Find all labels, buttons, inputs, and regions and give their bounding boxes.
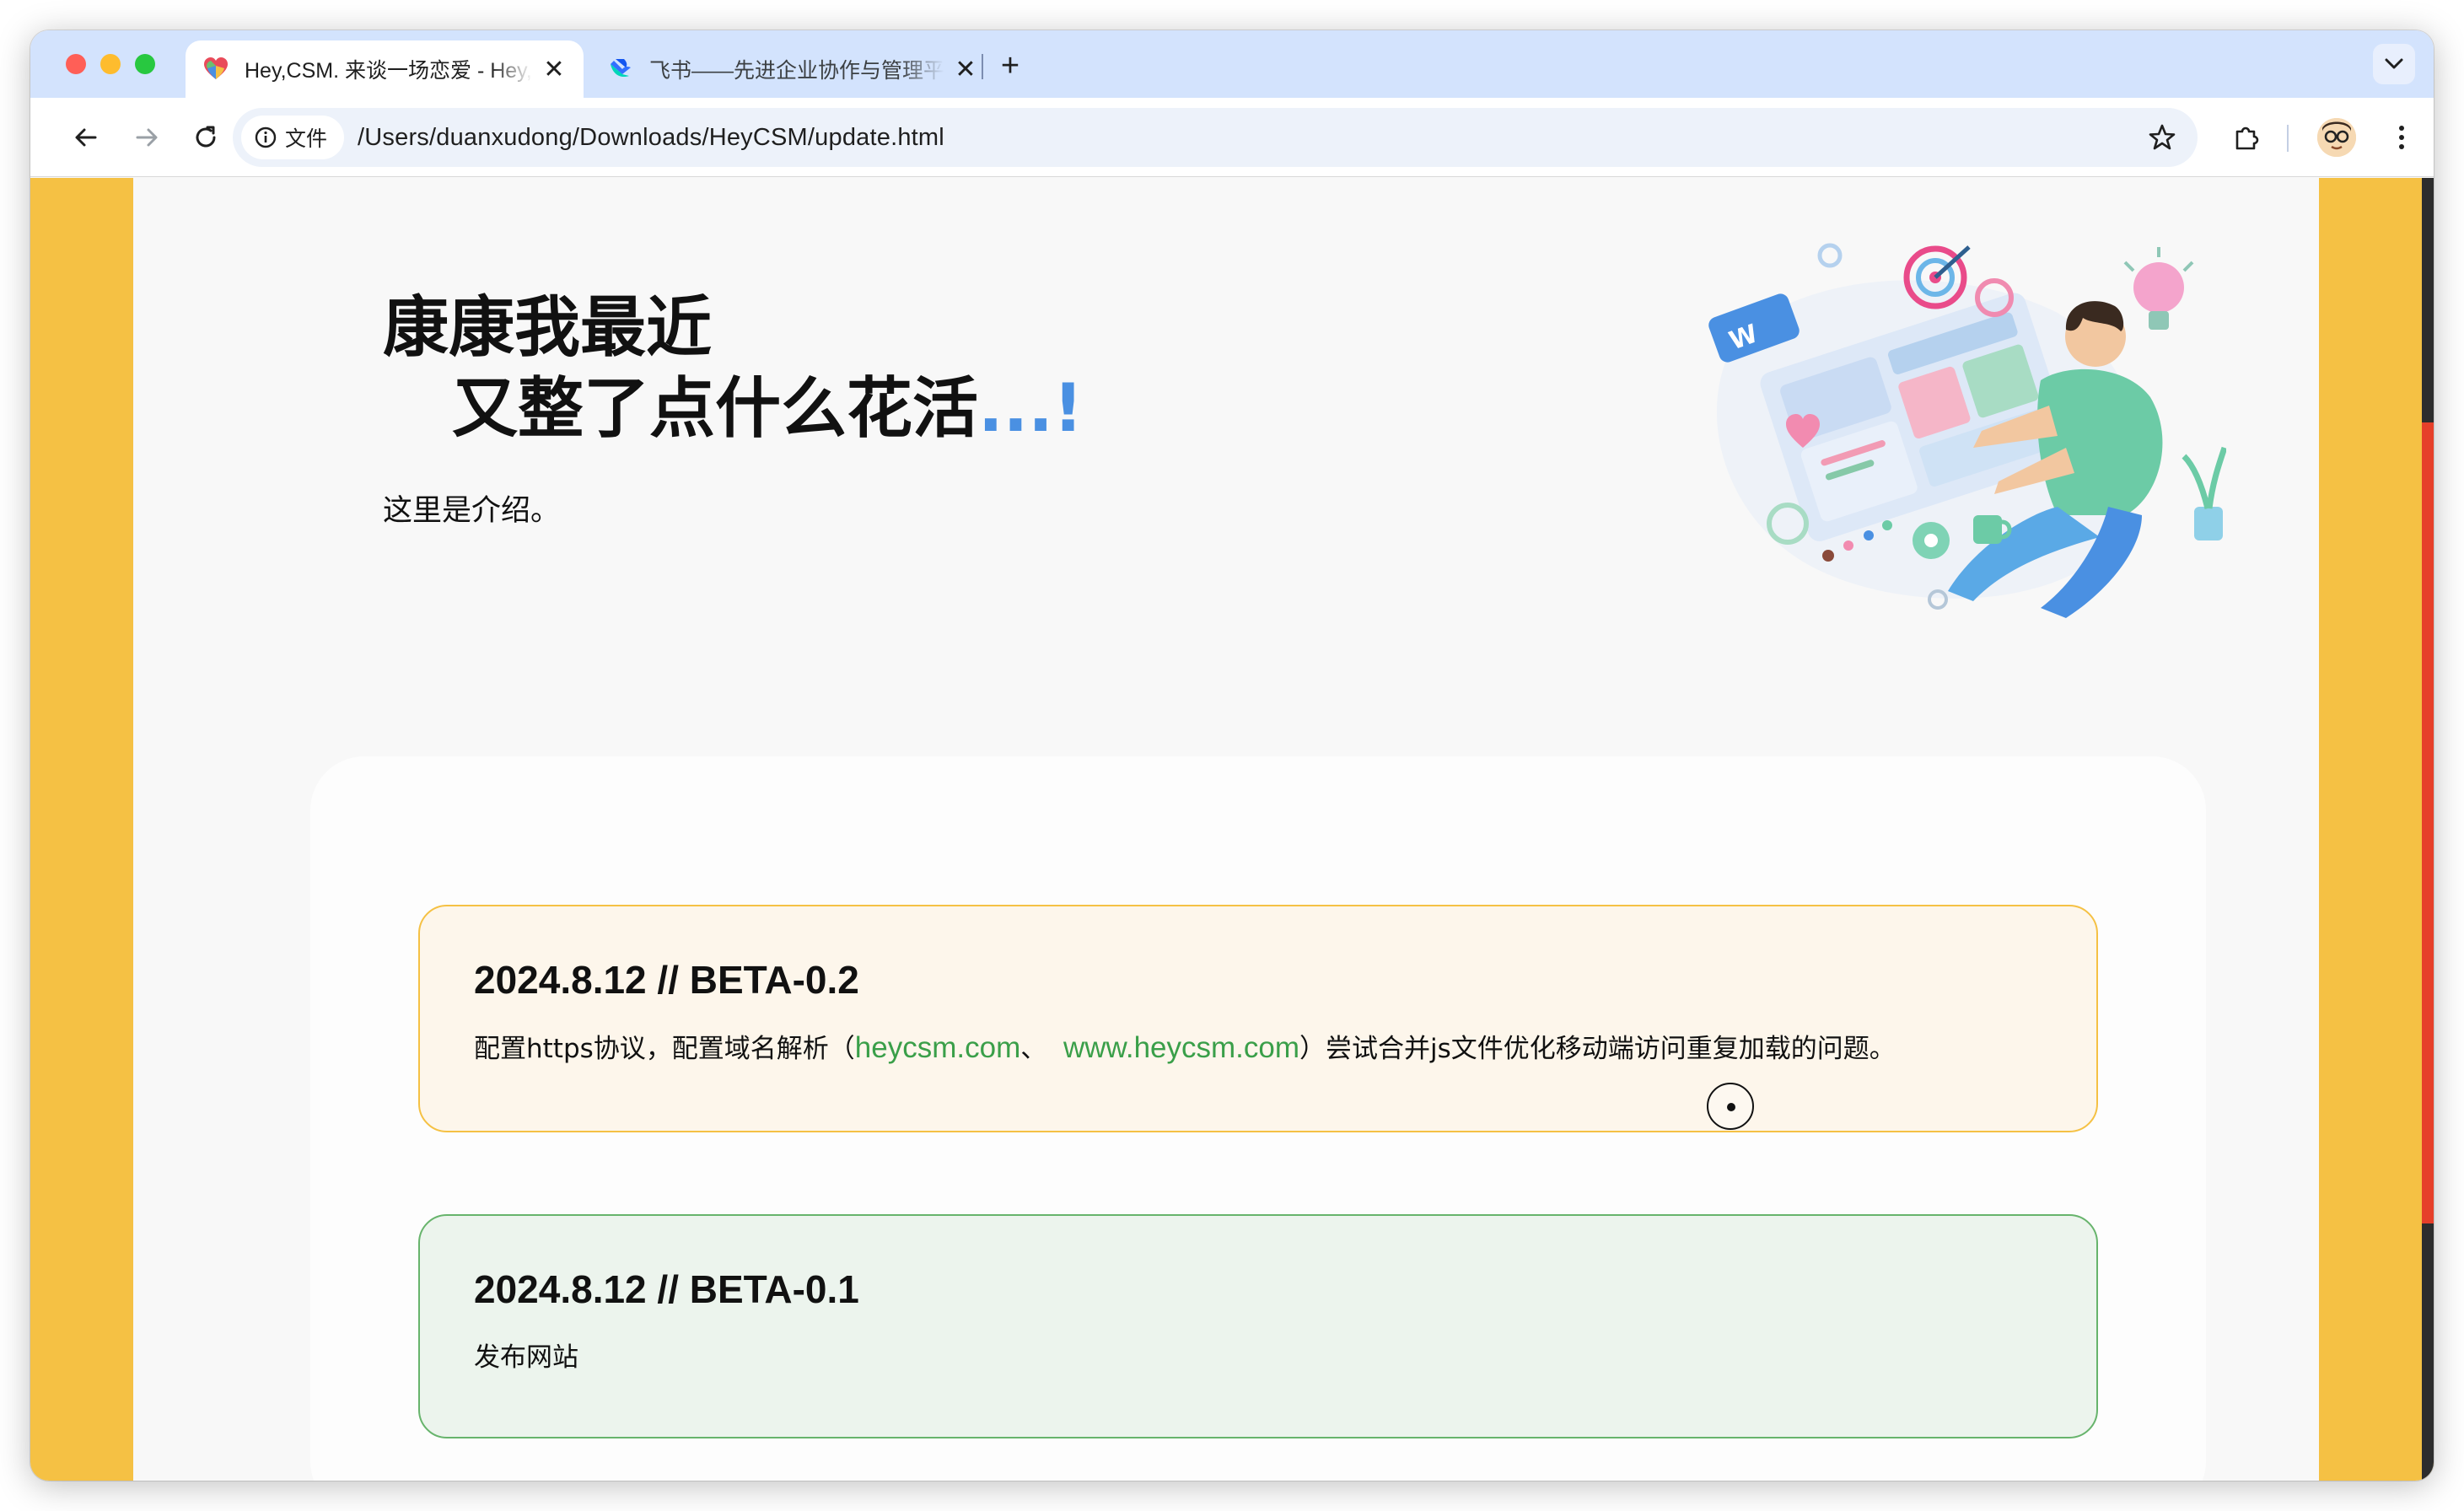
tab-strip: Hey,CSM. 来谈一场恋爱 - Hey,CSM ✕ 飞书——先进企业协作与管… <box>30 30 2434 98</box>
updates-panel: 2024.8.12 // BETA-0.2 配置https协议，配置域名解析（h… <box>310 756 2206 1481</box>
update-description: 发布网站 <box>474 1342 578 1373</box>
url-text[interactable]: /Users/duanxudong/Downloads/HeyCSM/updat… <box>358 124 944 152</box>
page-content: 康康我最近 又整了点什么花活...! 这里是介绍。 W 2024.8.12 //… <box>133 178 2319 1481</box>
arrow-right-icon <box>136 128 158 147</box>
scrollbar-track[interactable] <box>2422 178 2434 1481</box>
minimize-window-button[interactable] <box>100 54 121 74</box>
puzzle-icon <box>2235 126 2259 150</box>
tab-feishu[interactable]: 飞书——先进企业协作与管理平台 ✕ <box>590 40 995 98</box>
reload-icon <box>196 126 216 148</box>
title-line-1: 康康我最近 <box>383 290 713 366</box>
browser-toolbar: 文件 /Users/duanxudong/Downloads/HeyCSM/up… <box>30 98 2434 177</box>
page-viewport: 康康我最近 又整了点什么花活...! 这里是介绍。 W 2024.8.12 //… <box>30 178 2434 1481</box>
title-accent: ...! <box>978 371 1084 447</box>
reload-button[interactable] <box>186 117 226 158</box>
extensions-button[interactable] <box>2226 117 2267 158</box>
update-heading: 2024.8.12 // BETA-0.1 <box>474 1267 859 1311</box>
hero-illustration: W <box>1708 243 2226 618</box>
update-description: 配置https协议，配置域名解析（heycsm.com、 www.heycsm.… <box>474 1028 2042 1069</box>
chevron-down-icon <box>2385 58 2403 69</box>
title-line-2: 又整了点什么花活...! <box>383 368 1083 449</box>
close-tab-icon[interactable]: ✕ <box>953 56 978 83</box>
page-intro: 这里是介绍。 <box>383 494 561 528</box>
avatar-icon <box>2317 118 2356 157</box>
tab-divider <box>982 54 983 79</box>
maximize-window-button[interactable] <box>135 54 155 74</box>
arrow-left-icon <box>75 128 97 147</box>
title-line-2-text: 又整了点什么花活 <box>452 371 979 447</box>
toolbar-divider <box>2287 125 2289 152</box>
tab-heycsm[interactable]: Hey,CSM. 来谈一场恋爱 - Hey,CSM ✕ <box>186 40 584 98</box>
browser-menu-button[interactable] <box>2381 117 2422 158</box>
page-title: 康康我最近 又整了点什么花活...! <box>383 288 1083 449</box>
update-card-beta-0-1: 2024.8.12 // BETA-0.1 发布网站 <box>418 1214 2098 1438</box>
address-bar[interactable]: 文件 /Users/duanxudong/Downloads/HeyCSM/up… <box>233 108 2198 167</box>
site-info-chip[interactable]: 文件 <box>241 116 345 159</box>
heart-favicon-icon <box>204 57 228 79</box>
tab-title: 飞书——先进企业协作与管理平台 <box>649 59 944 83</box>
update-separator: 、 <box>1020 1034 1047 1064</box>
back-button[interactable] <box>66 117 106 158</box>
tab-title: Hey,CSM. 来谈一场恋爱 - Hey,CSM <box>245 59 533 83</box>
info-icon <box>255 126 277 148</box>
scrollbar-thumb[interactable] <box>2422 422 2434 1223</box>
update-card-beta-0-2: 2024.8.12 // BETA-0.2 配置https协议，配置域名解析（h… <box>418 905 2098 1132</box>
close-tab-icon[interactable]: ✕ <box>541 56 567 83</box>
bookmark-star-icon[interactable] <box>2147 122 2177 153</box>
close-window-button[interactable] <box>66 54 86 74</box>
tab-search-button[interactable] <box>2373 44 2415 84</box>
browser-window: Hey,CSM. 来谈一场恋爱 - Hey,CSM ✕ 飞书——先进企业协作与管… <box>30 30 2434 1481</box>
update-text-after: ）尝试合并js文件优化移动端访问重复加载的问题。 <box>1299 1034 1896 1064</box>
mouse-cursor <box>1707 1083 1754 1130</box>
new-tab-button[interactable]: + <box>993 48 1027 83</box>
link-heycsm[interactable]: heycsm.com <box>855 1031 1020 1064</box>
profile-avatar[interactable] <box>2317 118 2356 157</box>
feishu-favicon-icon <box>611 59 631 78</box>
update-heading: 2024.8.12 // BETA-0.2 <box>474 958 859 1002</box>
update-text-before: 配置https协议，配置域名解析（ <box>474 1034 855 1064</box>
forward-button[interactable] <box>126 117 167 158</box>
more-vert-icon <box>2399 126 2404 149</box>
link-www-heycsm[interactable]: www.heycsm.com <box>1063 1031 1299 1064</box>
scheme-label: 文件 <box>285 127 328 151</box>
